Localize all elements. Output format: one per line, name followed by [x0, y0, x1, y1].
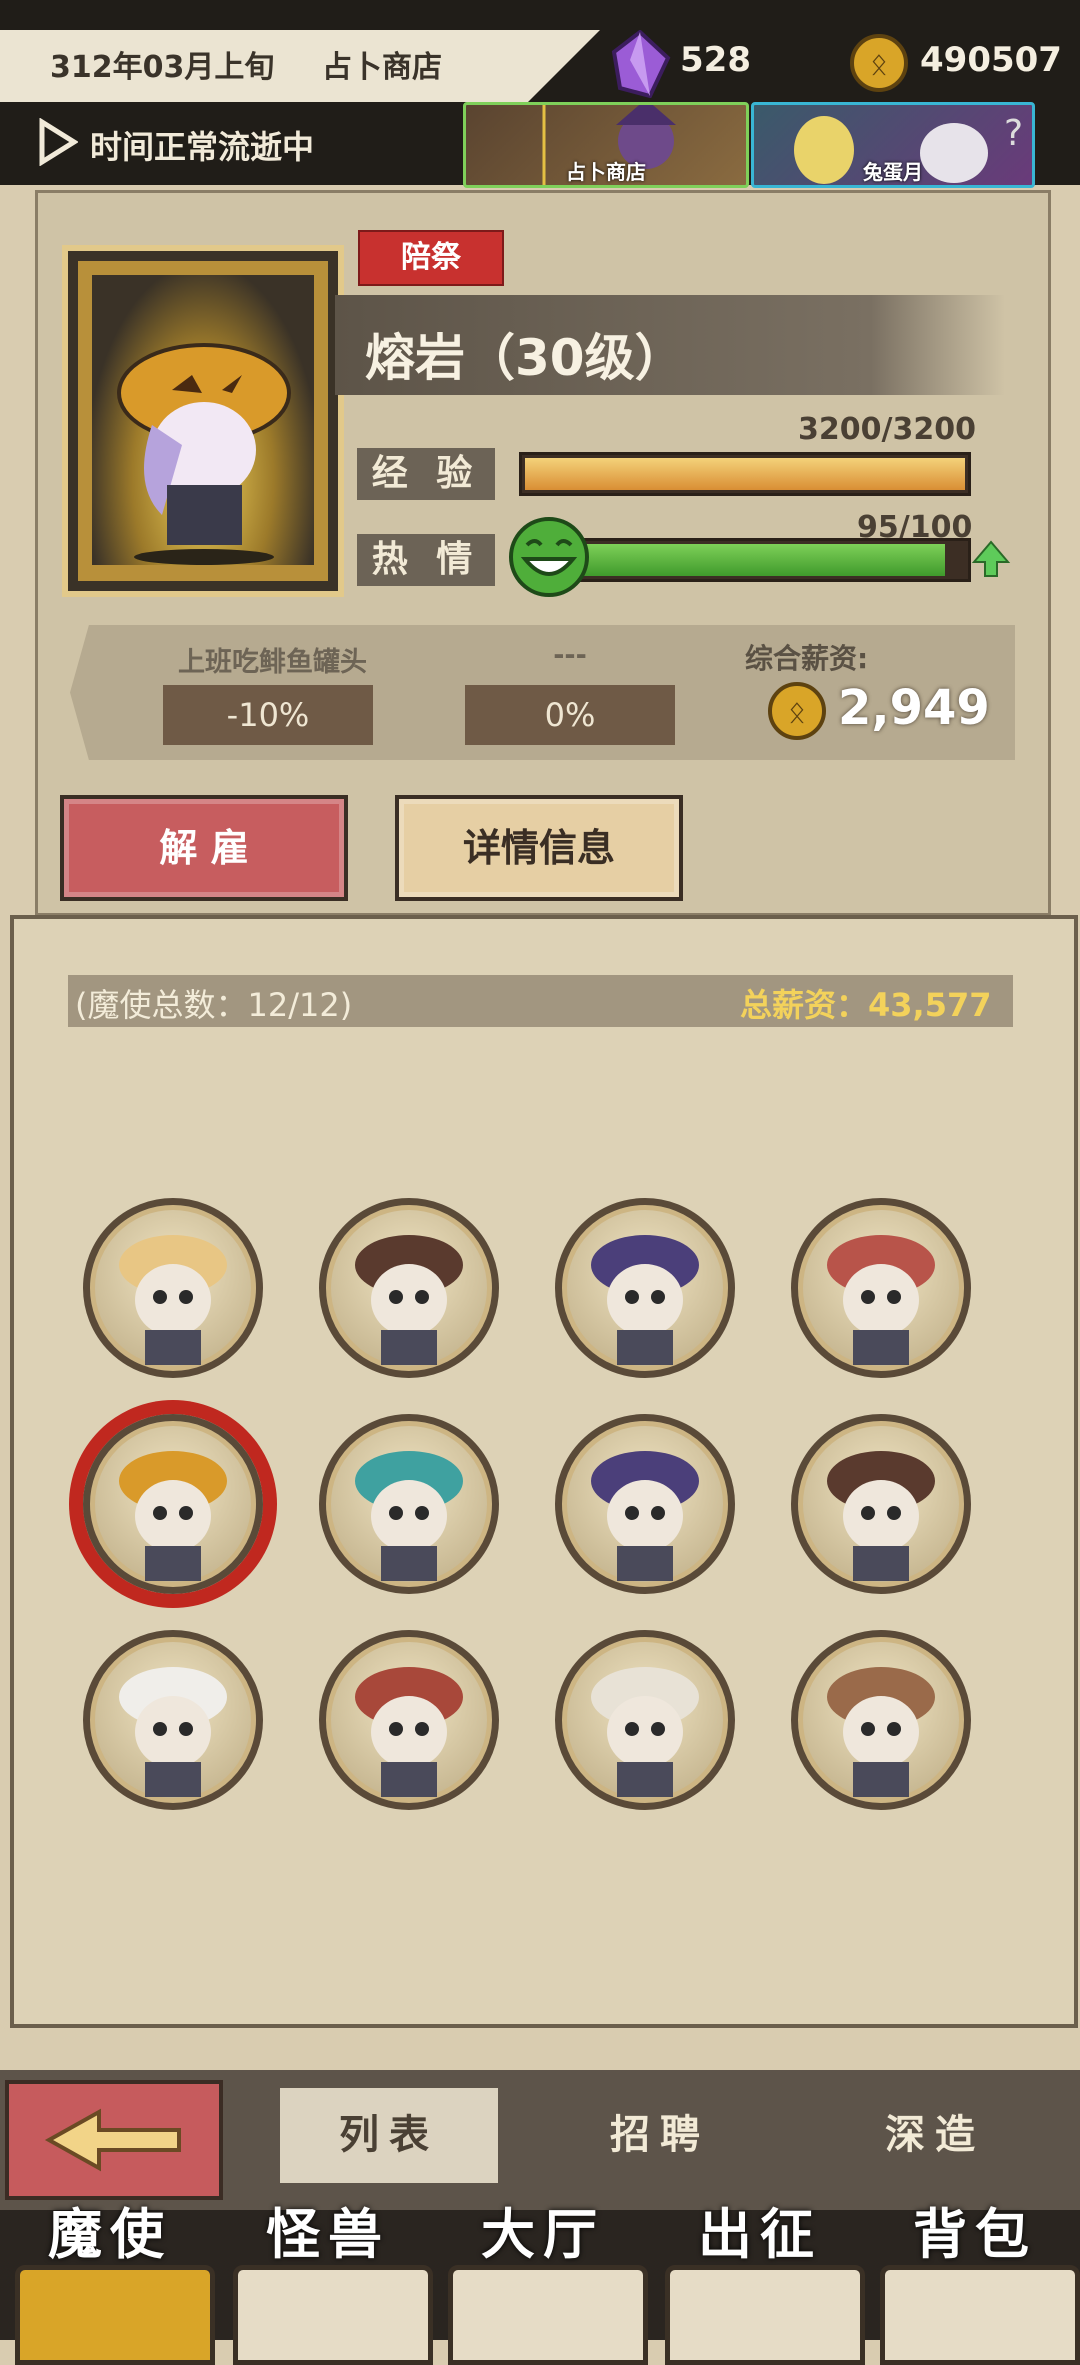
passion-bar-fill [566, 544, 946, 576]
nav-demon[interactable]: 魔使 [10, 2190, 210, 2269]
roster-avatar[interactable] [83, 1414, 263, 1594]
svg-text:?: ? [1004, 113, 1023, 154]
roster-avatar[interactable] [791, 1198, 971, 1378]
nav-expedition-icon[interactable] [665, 2265, 865, 2365]
role-badge: 陪祭 [358, 230, 504, 286]
current-location: 占卜商店 [322, 50, 442, 85]
event-rabbit-egg-month[interactable]: ? 兔蛋月 [751, 102, 1035, 188]
coin-count: 490507 [920, 40, 1062, 80]
exp-value: 3200/3200 [798, 412, 976, 447]
nav-bag-icon[interactable] [880, 2265, 1080, 2365]
character-avatar-icon [591, 1667, 699, 1797]
roster-total-salary: 总薪资：43,577 [740, 986, 992, 1024]
roster-avatar[interactable] [83, 1630, 263, 1810]
passion-label: 热 情 [357, 534, 495, 586]
exp-bar-fill [525, 458, 965, 490]
character-avatar-icon [591, 1451, 699, 1581]
date-banner: 312年03月上旬 占卜商店 [0, 30, 600, 102]
event-fortune-shop[interactable]: 占卜商店 [463, 102, 749, 188]
roster-avatar[interactable] [555, 1630, 735, 1810]
passion-bar [560, 538, 971, 582]
character-avatar-icon [119, 1235, 227, 1365]
character-portrait [92, 275, 314, 565]
roster-avatar[interactable] [555, 1198, 735, 1378]
event-label: 兔蛋月 [863, 160, 923, 184]
back-arrow-icon [44, 2108, 181, 2172]
tab-forge[interactable]: 深造 [800, 2088, 1070, 2183]
character-avatar-icon [355, 1667, 463, 1797]
bonus-value: 0% [465, 685, 675, 745]
detail-button[interactable]: 详情信息 [395, 795, 683, 901]
crystal-count: 528 [680, 40, 751, 80]
nav-demon-icon[interactable] [15, 2265, 215, 2365]
fire-button[interactable]: 解 雇 [60, 795, 348, 901]
svg-text:ᛟ: ᛟ [870, 47, 888, 82]
salary-value: 2,949 [838, 680, 990, 736]
character-avatar-icon [827, 1235, 935, 1365]
roster-avatar[interactable] [83, 1198, 263, 1378]
crystal-icon [611, 30, 671, 98]
gold-coin-icon: ᛟ [768, 682, 826, 740]
play-icon[interactable] [38, 118, 78, 166]
character-avatar-icon [827, 1451, 935, 1581]
happy-face-icon [509, 517, 589, 597]
character-avatar-icon [827, 1667, 935, 1797]
pumpkin-character-icon [117, 343, 291, 565]
character-avatar-icon [355, 1451, 463, 1581]
roster-count: (魔使总数：12/12) [75, 986, 353, 1024]
bonus-value: -10% [163, 685, 373, 745]
exp-label: 经 验 [357, 448, 495, 500]
svg-text:ᛟ: ᛟ [788, 695, 806, 730]
roster-avatar[interactable] [555, 1414, 735, 1594]
salary-label: 综合薪资: [745, 642, 869, 675]
bonus-title: --- [553, 640, 587, 671]
bonus-title: 上班吃鲱鱼罐头 [178, 647, 367, 678]
nav-expedition[interactable]: 出征 [660, 2190, 860, 2269]
time-status: 时间正常流逝中 [90, 128, 315, 166]
back-button[interactable] [5, 2080, 223, 2200]
game-date: 312年03月上旬 [50, 50, 275, 85]
character-avatar-icon [591, 1235, 699, 1365]
roster-avatar[interactable] [791, 1630, 971, 1810]
roster-avatar[interactable] [319, 1198, 499, 1378]
roster-avatar[interactable] [791, 1414, 971, 1594]
nav-hall[interactable]: 大厅 [443, 2190, 643, 2269]
roster-avatar[interactable] [319, 1630, 499, 1810]
nav-hall-icon[interactable] [448, 2265, 648, 2365]
tab-recruit[interactable]: 招聘 [525, 2088, 795, 2183]
nav-bag[interactable]: 背包 [875, 2190, 1075, 2269]
arrow-up-icon [971, 540, 1011, 577]
nav-monster[interactable]: 怪兽 [228, 2190, 428, 2269]
character-avatar-icon [119, 1451, 227, 1581]
roster-avatar[interactable] [319, 1414, 499, 1594]
tab-list[interactable]: 列表 [280, 2088, 498, 2183]
event-label: 占卜商店 [566, 160, 646, 184]
character-avatar-icon [119, 1667, 227, 1797]
character-name: 熔岩（30级） [365, 329, 685, 387]
character-avatar-icon [355, 1235, 463, 1365]
nav-monster-icon[interactable] [233, 2265, 433, 2365]
gold-coin-icon: ᛟ [850, 34, 908, 92]
exp-bar [519, 452, 971, 496]
